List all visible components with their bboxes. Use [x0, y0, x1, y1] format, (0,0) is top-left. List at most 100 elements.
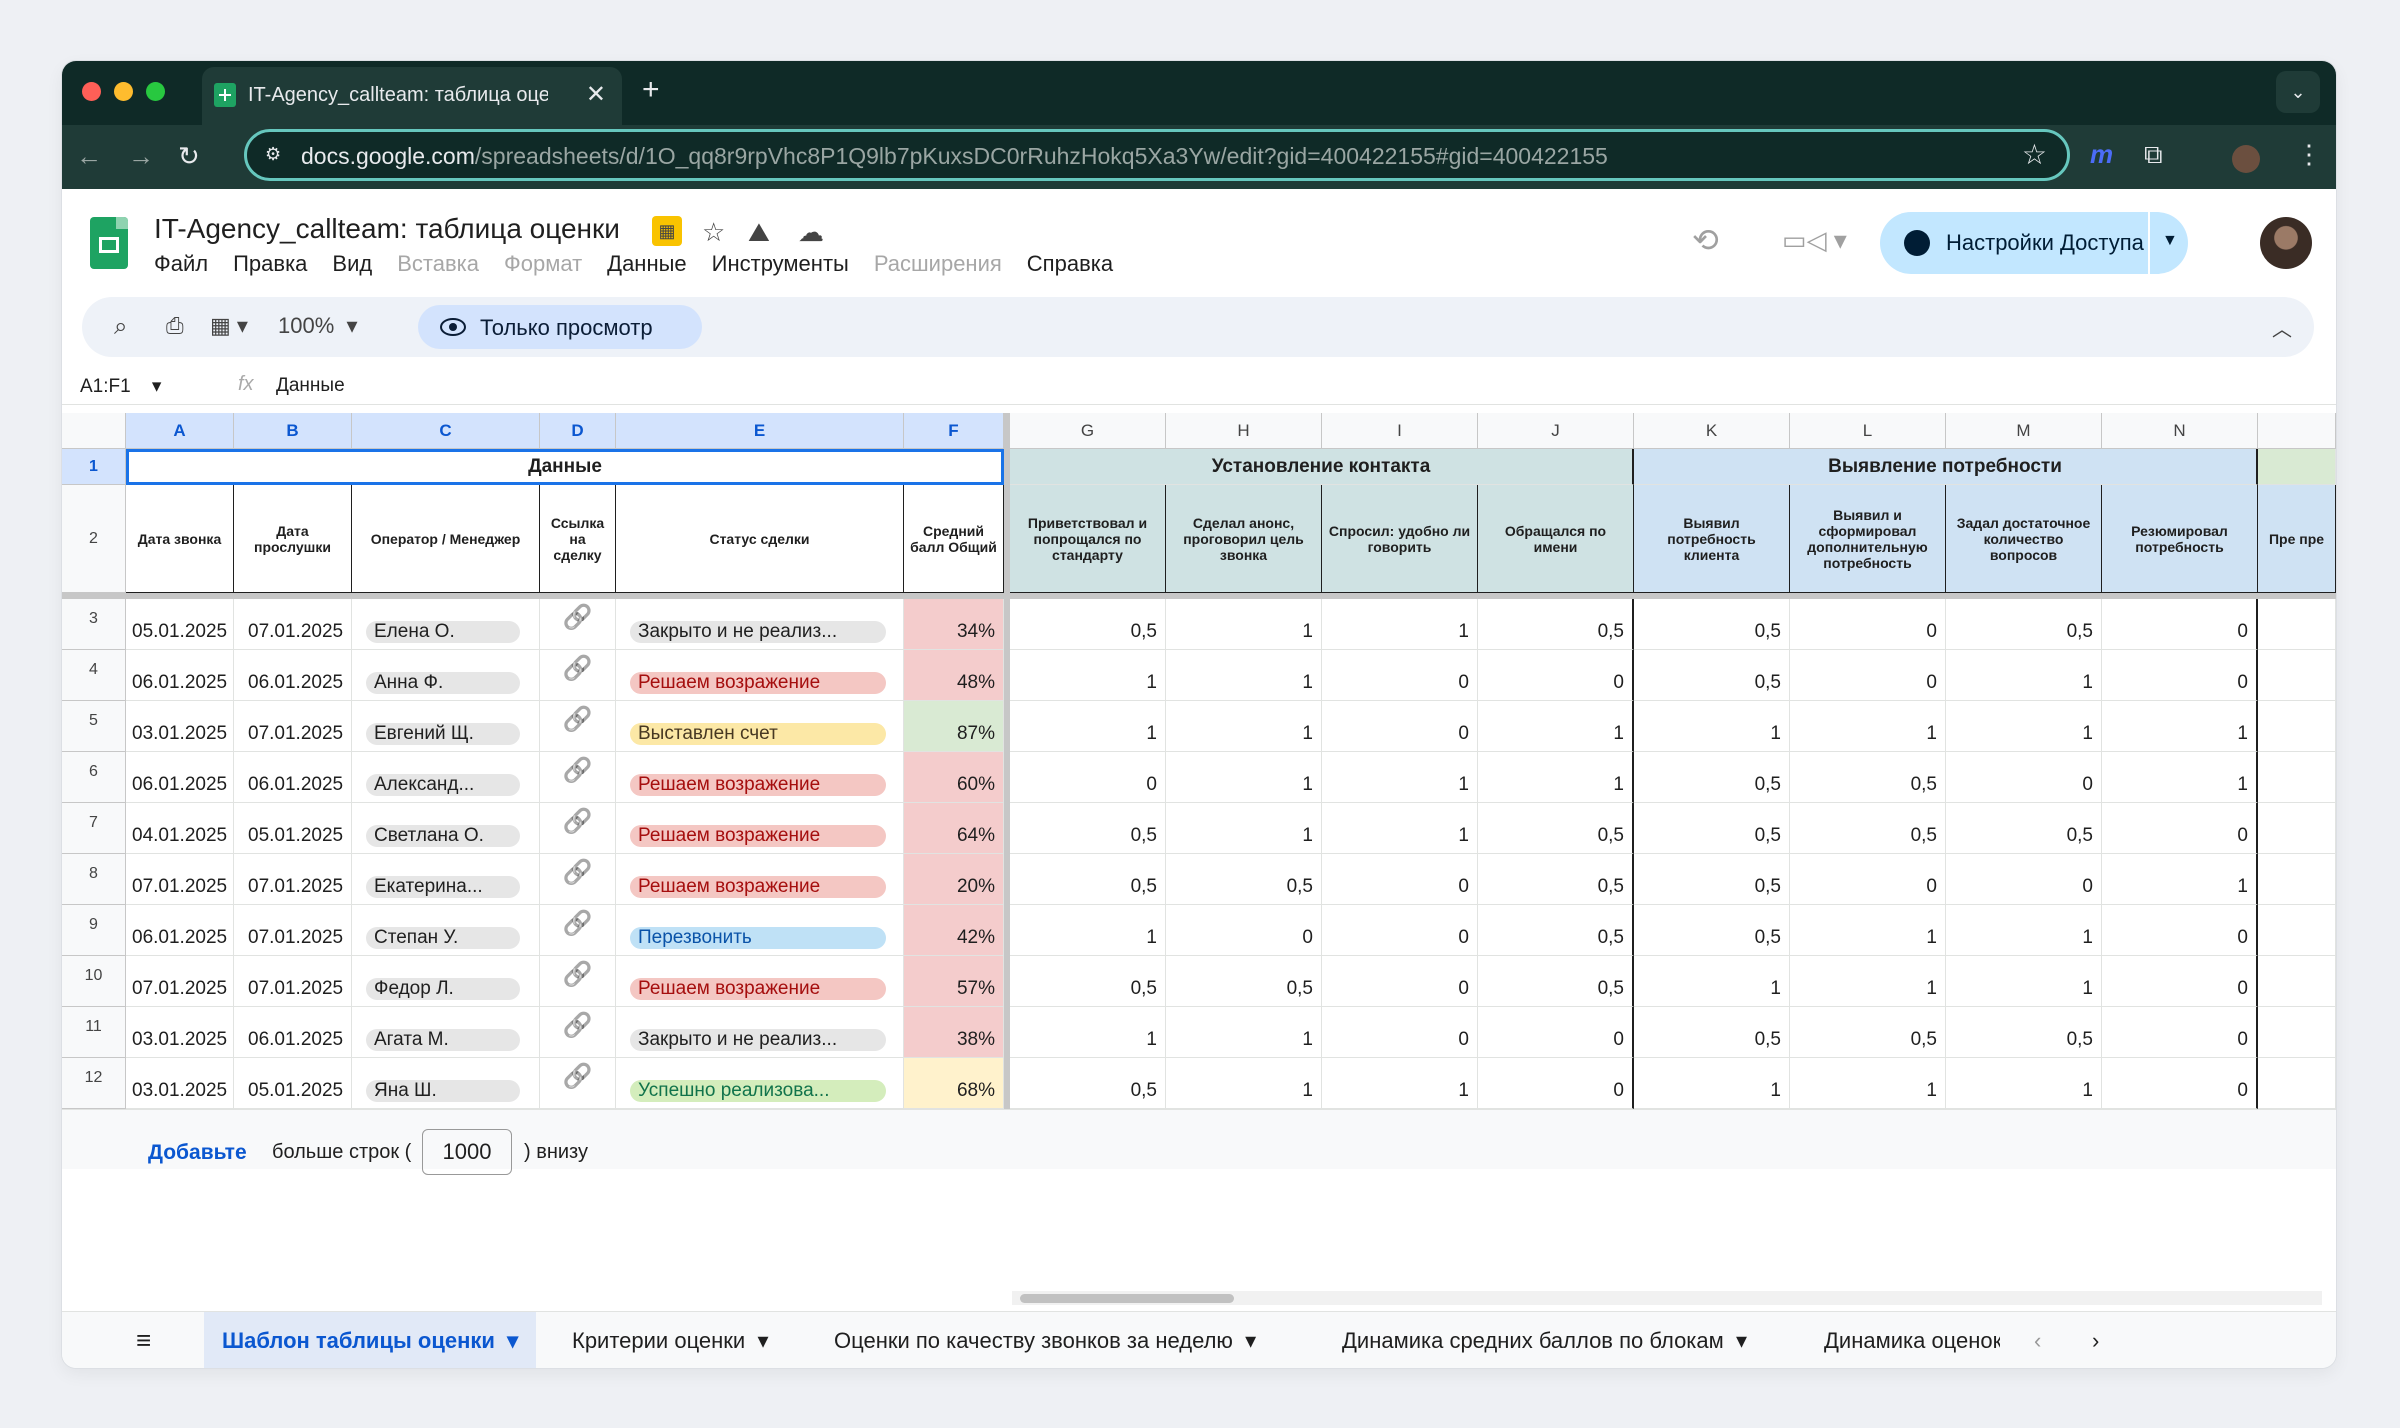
row-header[interactable]: 5 [62, 701, 126, 752]
deal-status-cell[interactable]: Закрыто и не реализ... [616, 1007, 904, 1058]
call-date-cell[interactable]: 06.01.2025 [126, 905, 234, 956]
share-dropdown-icon[interactable]: ▼ [2162, 232, 2178, 250]
column-header-o[interactable] [2258, 413, 2336, 449]
row-header[interactable]: 3 [62, 599, 126, 650]
deal-status-cell[interactable]: Перезвонить [616, 905, 904, 956]
link-icon[interactable]: 🔗 [563, 706, 593, 733]
review-date-cell[interactable]: 05.01.2025 [234, 1058, 352, 1109]
operator-cell[interactable]: Елена О. [352, 599, 540, 650]
review-date-cell[interactable]: 07.01.2025 [234, 854, 352, 905]
row-header[interactable]: 10 [62, 956, 126, 1007]
browser-menu-icon[interactable]: ⋮ [2296, 139, 2322, 170]
menu-file[interactable]: Файл [154, 251, 208, 277]
review-date-cell[interactable]: 05.01.2025 [234, 803, 352, 854]
call-date-cell[interactable]: 03.01.2025 [126, 1058, 234, 1109]
link-icon[interactable]: 🔗 [563, 961, 593, 988]
deal-link-cell[interactable]: 🔗 [540, 701, 616, 752]
name-box[interactable]: A1:F1 ▾ [80, 375, 161, 398]
horizontal-scrollbar[interactable] [1012, 1291, 2322, 1305]
review-date-cell[interactable]: 07.01.2025 [234, 599, 352, 650]
operator-cell[interactable]: Агата М. [352, 1007, 540, 1058]
row-header[interactable]: 7 [62, 803, 126, 854]
link-icon[interactable]: 🔗 [563, 757, 593, 784]
scroll-tabs-right-icon[interactable]: › [2092, 1312, 2099, 1368]
print-icon[interactable]: ⎙ [166, 313, 184, 339]
menu-tools[interactable]: Инструменты [712, 251, 849, 277]
deal-status-cell[interactable]: Успешно реализова... [616, 1058, 904, 1109]
collapse-menus-icon[interactable]: ︿ [2272, 313, 2292, 342]
back-icon[interactable]: ← [76, 141, 102, 172]
review-date-cell[interactable]: 07.01.2025 [234, 956, 352, 1007]
link-icon[interactable]: 🔗 [563, 859, 593, 886]
all-sheets-menu-icon[interactable]: ≡ [136, 1312, 151, 1368]
profile-avatar-icon[interactable] [2232, 145, 2260, 173]
column-header-l[interactable]: L [1790, 413, 1946, 449]
minimize-window-button[interactable] [114, 82, 133, 101]
document-title[interactable]: IT-Agency_callteam: таблица оценки [154, 213, 620, 245]
star-icon[interactable]: ☆ [702, 217, 725, 248]
sheet-tab[interactable]: Критерии оценки ▾ [572, 1312, 769, 1368]
column-header-f[interactable]: F [904, 413, 1004, 449]
add-rows-link[interactable]: Добавьте [148, 1141, 247, 1165]
deal-status-cell[interactable]: Выставлен счет [616, 701, 904, 752]
deal-link-cell[interactable]: 🔗 [540, 752, 616, 803]
column-header-c[interactable]: C [352, 413, 540, 449]
row-header[interactable]: 11 [62, 1007, 126, 1058]
link-icon[interactable]: 🔗 [563, 1012, 593, 1039]
spreadsheet-grid[interactable]: A B C D E F G H I J K L M N 1 Данные Установление контак… [62, 413, 2336, 1169]
call-date-cell[interactable]: 03.01.2025 [126, 701, 234, 752]
new-tab-icon[interactable]: + [642, 73, 660, 107]
row-header[interactable]: 8 [62, 854, 126, 905]
operator-cell[interactable]: Екатерина... [352, 854, 540, 905]
column-header-d[interactable]: D [540, 413, 616, 449]
call-date-cell[interactable]: 06.01.2025 [126, 650, 234, 701]
review-date-cell[interactable]: 07.01.2025 [234, 905, 352, 956]
column-header-b[interactable]: B [234, 413, 352, 449]
operator-cell[interactable]: Анна Ф. [352, 650, 540, 701]
deal-status-cell[interactable]: Решаем возражение [616, 752, 904, 803]
search-icon[interactable]: ⌕ [114, 313, 127, 341]
operator-cell[interactable]: Степан У. [352, 905, 540, 956]
deal-link-cell[interactable]: 🔗 [540, 1007, 616, 1058]
menu-edit[interactable]: Правка [233, 251, 307, 277]
deal-link-cell[interactable]: 🔗 [540, 599, 616, 650]
operator-cell[interactable]: Евгений Щ. [352, 701, 540, 752]
column-header-g[interactable]: G [1010, 413, 1166, 449]
call-date-cell[interactable]: 06.01.2025 [126, 752, 234, 803]
column-header-i[interactable]: I [1322, 413, 1478, 449]
deal-link-cell[interactable]: 🔗 [540, 1058, 616, 1109]
bookmark-star-icon[interactable]: ☆ [2022, 138, 2047, 171]
deal-link-cell[interactable]: 🔗 [540, 956, 616, 1007]
add-rows-count-input[interactable]: 1000 [422, 1129, 512, 1175]
menu-data[interactable]: Данные [607, 251, 686, 277]
deal-status-cell[interactable]: Решаем возражение [616, 803, 904, 854]
deal-link-cell[interactable]: 🔗 [540, 650, 616, 701]
grid-corner[interactable] [62, 413, 126, 449]
sheets-logo-icon[interactable] [90, 217, 128, 269]
row-header[interactable]: 6 [62, 752, 126, 803]
view-only-button[interactable]: Только просмотр [418, 305, 702, 349]
column-header-n[interactable]: N [2102, 413, 2258, 449]
move-to-drive-icon[interactable]: ⛰ [748, 217, 770, 249]
forward-icon[interactable]: → [128, 141, 154, 172]
site-settings-icon[interactable]: ⚙ [265, 144, 285, 164]
account-avatar[interactable] [2260, 217, 2312, 269]
row-header[interactable]: 4 [62, 650, 126, 701]
deal-link-cell[interactable]: 🔗 [540, 854, 616, 905]
maximize-window-button[interactable] [146, 82, 165, 101]
row-header[interactable]: 9 [62, 905, 126, 956]
deal-status-cell[interactable]: Закрыто и не реализ... [616, 599, 904, 650]
deal-link-cell[interactable]: 🔗 [540, 905, 616, 956]
extension-icon[interactable]: m [2090, 139, 2113, 170]
link-icon[interactable]: 🔗 [563, 910, 593, 937]
link-icon[interactable]: 🔗 [563, 655, 593, 682]
browser-tab[interactable]: IT-Agency_callteam: таблица оценки ✕ [202, 67, 622, 125]
version-history-icon[interactable]: ⟲ [1692, 221, 1719, 259]
deal-status-cell[interactable]: Решаем возражение [616, 956, 904, 1007]
sheet-tab-active[interactable]: Шаблон таблицы оценки ▾ [204, 1312, 537, 1368]
menu-view[interactable]: Вид [332, 251, 372, 277]
tab-search-chevron-icon[interactable]: ⌄ [2276, 71, 2320, 113]
reload-icon[interactable]: ↻ [178, 141, 200, 172]
deal-status-cell[interactable]: Решаем возражение [616, 650, 904, 701]
scrollbar-thumb[interactable] [1020, 1294, 1234, 1303]
